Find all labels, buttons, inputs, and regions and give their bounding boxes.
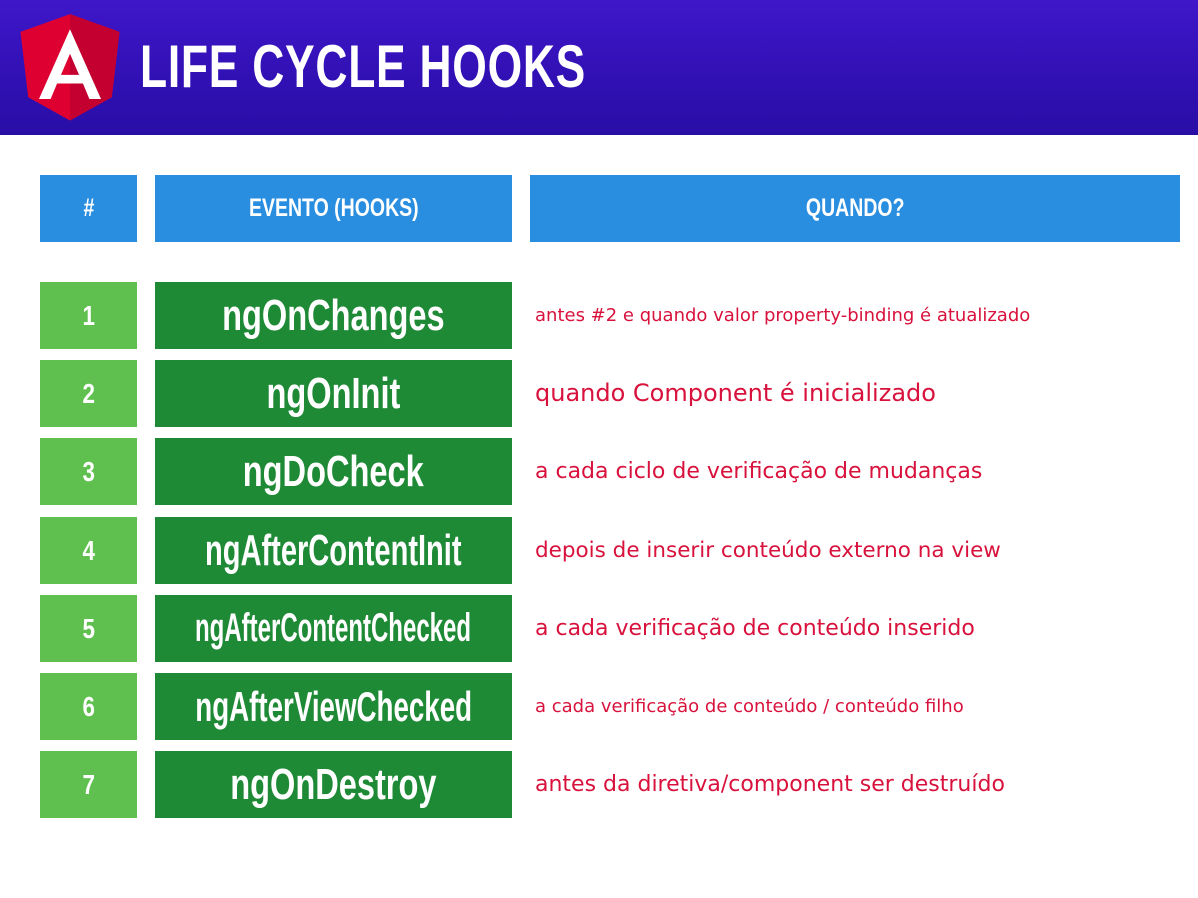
angular-logo-icon	[20, 14, 120, 121]
hook-description: a cada verificação de conteúdo inserido	[535, 616, 975, 641]
row-number-cell: 3	[40, 438, 137, 505]
hook-name-cell: ngAfterViewChecked	[155, 673, 512, 740]
column-header-number: #	[40, 175, 137, 242]
row-number-cell: 4	[40, 517, 137, 584]
column-header-when: QUANDO?	[530, 175, 1180, 242]
row-number-cell: 7	[40, 751, 137, 818]
hook-description: depois de inserir conteúdo externo na vi…	[535, 538, 1001, 563]
hook-name-cell: ngOnDestroy	[155, 751, 512, 818]
hook-name-cell: ngOnChanges	[155, 282, 512, 349]
slide-header: LIFE CYCLE HOOKS	[0, 0, 1198, 135]
slide-title: LIFE CYCLE HOOKS	[140, 33, 587, 100]
hook-description: antes #2 e quando valor property-binding…	[535, 305, 1031, 326]
row-number-cell: 1	[40, 282, 137, 349]
row-number-cell: 2	[40, 360, 137, 427]
hook-name-cell: ngAfterContentChecked	[155, 595, 512, 662]
hook-name-cell: ngOnInit	[155, 360, 512, 427]
hook-description: a cada verificação de conteúdo / conteúd…	[535, 696, 964, 717]
hook-description: antes da diretiva/component ser destruíd…	[535, 772, 1005, 797]
hook-name-cell: ngAfterContentInit	[155, 517, 512, 584]
hook-name-cell: ngDoCheck	[155, 438, 512, 505]
column-header-event: EVENTO (HOOKS)	[155, 175, 512, 242]
hook-description: a cada ciclo de verificação de mudanças	[535, 459, 983, 484]
row-number-cell: 6	[40, 673, 137, 740]
row-number-cell: 5	[40, 595, 137, 662]
hook-description: quando Component é inicializado	[535, 379, 936, 407]
